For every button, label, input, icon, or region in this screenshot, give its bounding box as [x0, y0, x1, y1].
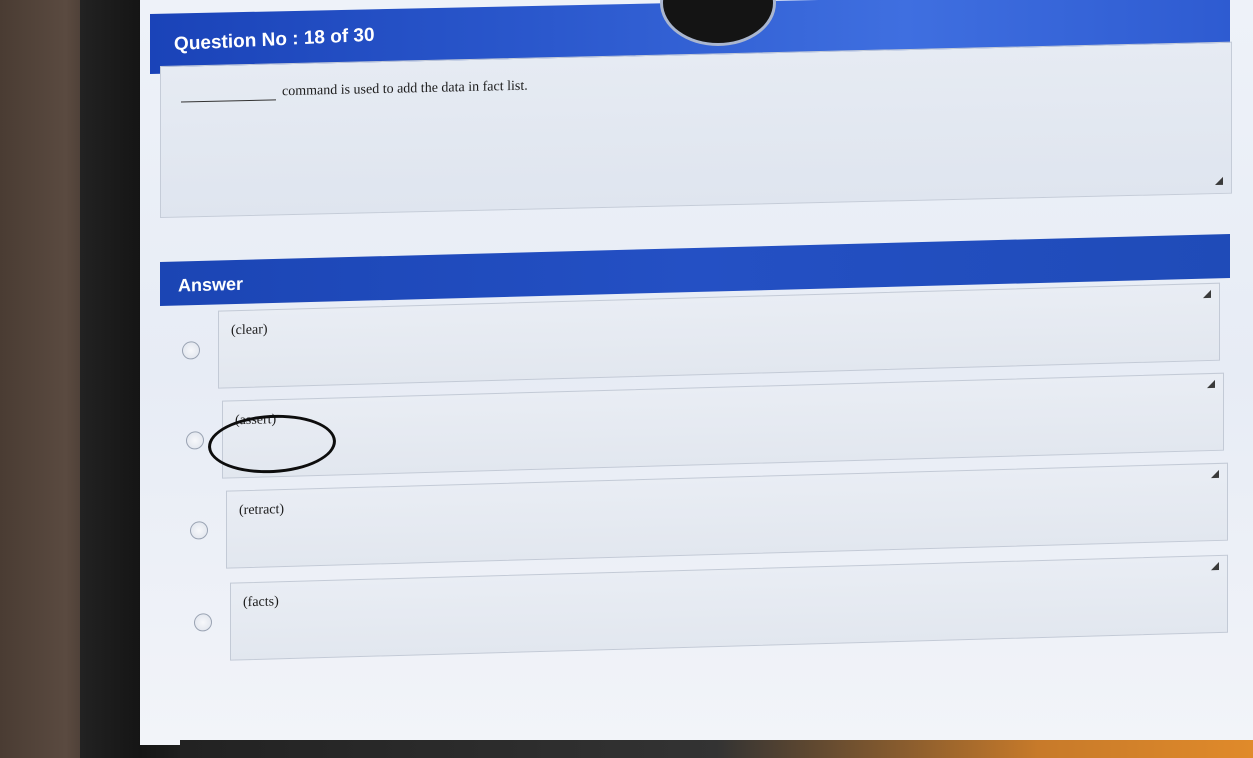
question-text: command is used to add the data in fact … — [181, 79, 528, 103]
radio-button-icon[interactable] — [190, 521, 208, 540]
option-label: (clear) — [231, 322, 268, 339]
question-text-area: command is used to add the data in fact … — [160, 41, 1232, 219]
question-text-body: command is used to add the data in fact … — [282, 78, 528, 100]
answer-header-label: Answer — [178, 273, 244, 296]
radio-button-icon[interactable] — [194, 613, 212, 632]
resize-grip-icon[interactable] — [1211, 469, 1219, 479]
option-label: (retract) — [239, 502, 285, 519]
radio-button-icon[interactable] — [186, 431, 204, 450]
fill-in-blank — [181, 98, 276, 103]
option-label: (facts) — [243, 594, 279, 611]
resize-grip-icon[interactable] — [1211, 562, 1219, 571]
radio-button-icon[interactable] — [182, 341, 200, 360]
taskbar-strip — [180, 740, 1253, 758]
question-number: Question No : 18 of 30 — [173, 24, 375, 56]
resize-grip-icon[interactable] — [1207, 379, 1215, 389]
exam-screen: Question No : 18 of 30 command is used t… — [140, 0, 1253, 745]
resize-grip-icon[interactable] — [1203, 289, 1211, 299]
resize-grip-icon[interactable] — [1215, 176, 1223, 186]
